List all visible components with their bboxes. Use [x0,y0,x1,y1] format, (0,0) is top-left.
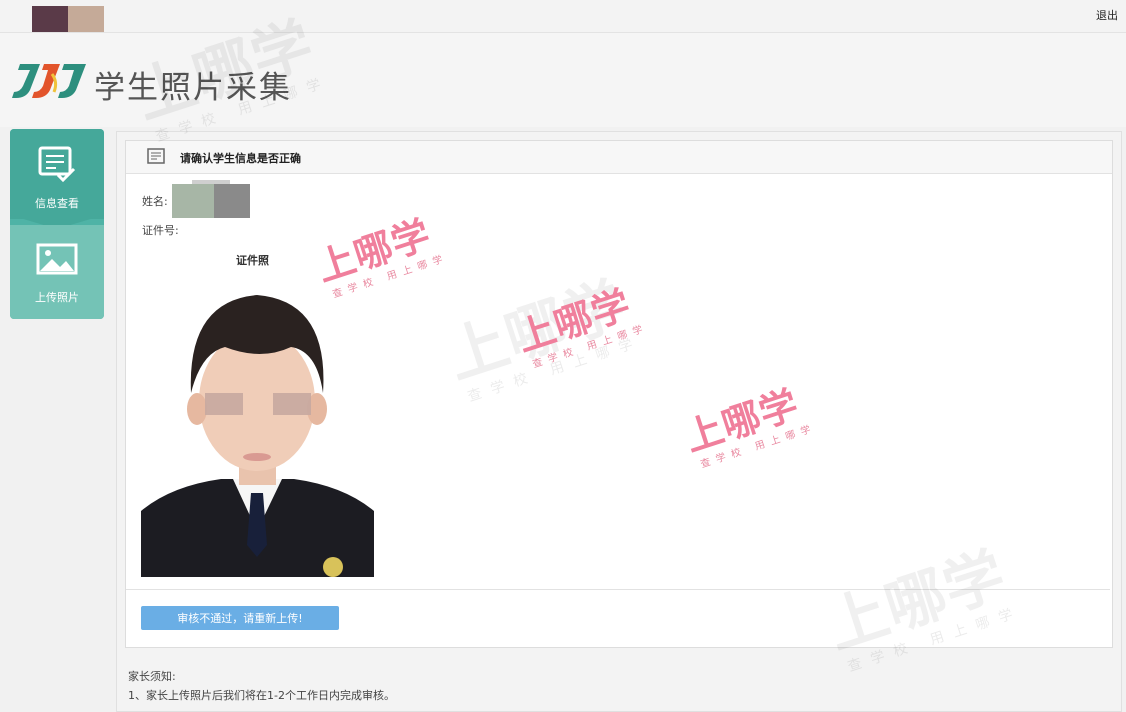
sidebar-item-label: 上传照片 [35,291,79,304]
logout-link[interactable]: 退出 [1096,7,1118,23]
brand-swatch-light [68,6,104,32]
app-logo [12,64,86,98]
sidebar-item-upload[interactable]: 上传照片 [10,225,104,319]
sidebar-item-info[interactable]: 信息查看 [10,129,104,219]
notice-title: 家长须知: [128,670,176,683]
notice-item: 1、家长上传照片后我们将在1-2个工作日内完成审核。 [128,689,395,702]
panel-divider [126,589,1110,590]
photo-caption: 证件照 [236,254,269,267]
id-label: 证件号: [142,224,179,237]
sidebar-item-label: 信息查看 [35,197,79,210]
panel-header: 请确认学生信息是否正确 [126,141,1112,174]
top-bar: 退出 [0,0,1126,33]
image-icon [36,243,78,275]
sidebar: 信息查看 上传照片 [10,129,104,319]
name-value-mosaic [172,180,250,218]
brand-swatch-dark [32,6,68,32]
panel-title: 请确认学生信息是否正确 [180,152,301,165]
document-check-icon [38,146,76,183]
document-icon [147,148,165,164]
app-title: 学生照片采集 [94,70,292,106]
name-label: 姓名: [142,195,168,208]
reupload-button[interactable]: 审核不通过，请重新上传! [141,606,339,630]
student-photo [141,281,374,577]
